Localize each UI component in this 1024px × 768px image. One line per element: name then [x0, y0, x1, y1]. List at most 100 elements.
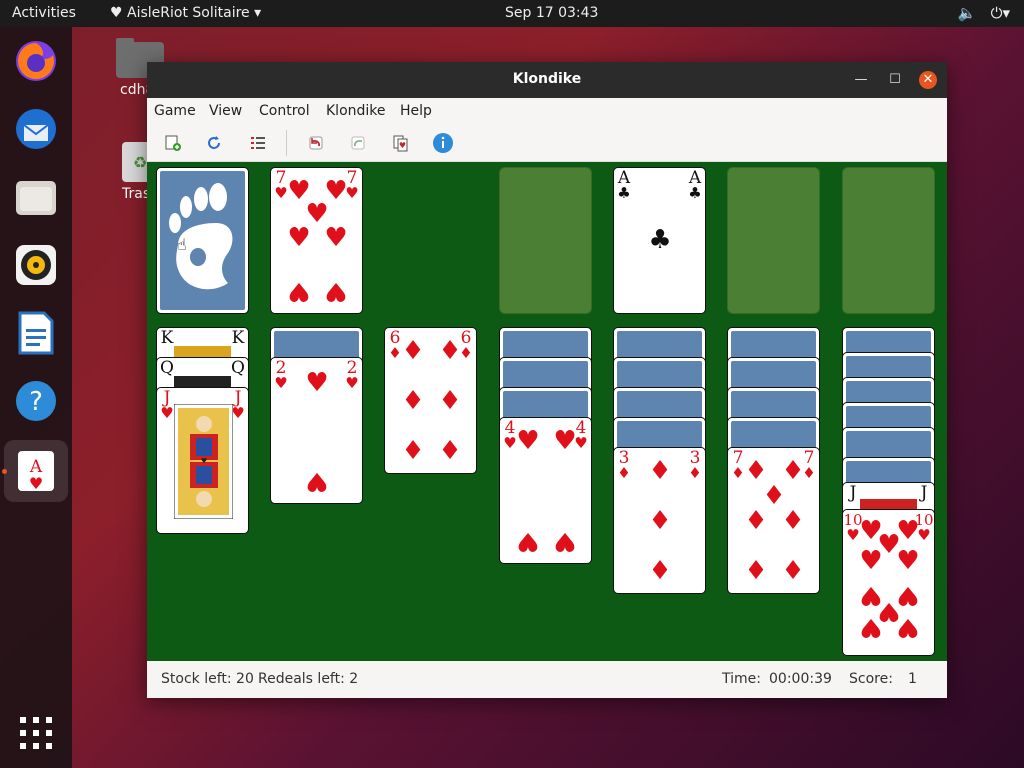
card-rank: Q — [231, 358, 245, 378]
card-rank: Q — [160, 358, 174, 378]
card-back — [160, 171, 245, 310]
toolbar: ♥ — [147, 124, 947, 162]
desktop-icon-label: Tras — [122, 186, 151, 202]
hint-icon[interactable]: ♥ — [390, 132, 412, 154]
heart-icon: ♥ — [553, 526, 577, 556]
dock: ? A ♥ — [0, 27, 72, 768]
tableau-card-4-hearts[interactable]: 4 ♥ 4 ♥ ♥ ♥ ♥ ♥ — [499, 417, 592, 564]
klondike-window: Klondike — ☐ ✕ Game View Control Klondik… — [147, 62, 947, 698]
menu-view[interactable]: View — [209, 103, 242, 119]
jack-face-art: ♥ — [174, 404, 233, 519]
club-icon: ♣ — [617, 184, 631, 202]
app-menu-label: AisleRiot Solitaire — [127, 5, 250, 21]
diamond-icon: ♦ — [438, 436, 462, 466]
tableau-card-3-diamonds[interactable]: 3 ♦ 3 ♦ ♦ ♦ ♦ — [613, 447, 706, 594]
game-table[interactable]: 7 ♥ 7 ♥ ♥ ♥ ♥ ♥ ♥ ♥ ♥ A ♣ A ♣ ♣ K K Q Q … — [147, 162, 947, 661]
close-button[interactable]: ✕ — [919, 71, 937, 89]
diamond-icon: ♦ — [781, 506, 805, 536]
tableau-card-jack[interactable]: J ♥ J ♥ ♥ — [156, 387, 249, 534]
activities-button[interactable]: Activities — [12, 5, 76, 21]
diamond-icon: ♦ — [744, 506, 768, 536]
diamond-icon: ♦ — [744, 556, 768, 586]
foundation-ace-clubs[interactable]: A ♣ A ♣ ♣ — [613, 167, 706, 314]
club-icon: ♣ — [648, 225, 672, 255]
files-icon[interactable] — [10, 171, 62, 223]
show-apps-icon[interactable] — [10, 707, 62, 759]
heart-icon: ♥ — [287, 223, 311, 253]
heart-icon: ♥ — [859, 546, 883, 576]
diamond-icon: ♦ — [438, 336, 462, 366]
svg-text:♻: ♻ — [133, 153, 147, 172]
top-bar: Activities ♥ AisleRiot Solitaire ▾ Sep 1… — [0, 0, 1024, 27]
heart-icon: ♥ — [305, 368, 329, 398]
redeals-left: Redeals left: 2 — [258, 671, 359, 687]
heart-icon: ♥ — [516, 426, 540, 456]
heart-icon: ♥ — [305, 466, 329, 496]
firefox-icon[interactable] — [10, 35, 62, 87]
heart-icon: ♥ — [274, 374, 288, 392]
diamond-icon: ♦ — [617, 464, 631, 482]
aisleriot-dock-icon[interactable]: A ♥ — [4, 440, 68, 502]
menu-help[interactable]: Help — [400, 103, 432, 119]
toolbar-separator — [286, 130, 287, 156]
diamond-icon: ♦ — [438, 386, 462, 416]
clock[interactable]: Sep 17 03:43 — [505, 5, 598, 21]
running-indicator — [2, 469, 7, 474]
card-rank: K — [231, 328, 245, 348]
foundation-slot-3[interactable] — [727, 167, 820, 314]
stock-left: Stock left: 20 — [161, 671, 254, 687]
heart-icon: ♥ — [859, 612, 883, 642]
heart-icon: ♥ — [110, 5, 123, 21]
stock-pile[interactable] — [156, 167, 249, 314]
heart-icon: ♥ — [324, 276, 348, 306]
status-bar: Stock left: 20 Redeals left: 2 Time: 00:… — [147, 661, 947, 698]
heart-icon: ♥ — [287, 276, 311, 306]
title-bar[interactable]: Klondike — ☐ ✕ — [147, 62, 947, 98]
select-game-icon[interactable] — [247, 132, 269, 154]
minimize-button[interactable]: — — [852, 71, 870, 89]
restart-icon[interactable] — [203, 132, 225, 154]
tableau-card-6-diamonds[interactable]: 6 ♦ 6 ♦ ♦ ♦ ♦ ♦ ♦ ♦ — [384, 327, 477, 474]
redo-icon[interactable] — [347, 132, 369, 154]
diamond-icon: ♦ — [648, 506, 672, 536]
window-title: Klondike — [512, 71, 582, 87]
app-menu[interactable]: ♥ AisleRiot Solitaire ▾ — [110, 5, 261, 21]
heart-icon: ♥ — [345, 374, 359, 392]
maximize-button[interactable]: ☐ — [886, 71, 904, 89]
menu-bar: Game View Control Klondike Help — [147, 98, 947, 124]
score-label: Score: — [849, 671, 893, 687]
thunderbird-icon[interactable] — [10, 103, 62, 155]
menu-klondike[interactable]: Klondike — [326, 103, 386, 119]
svg-text:♥: ♥ — [201, 457, 207, 465]
card-rank: K — [160, 328, 174, 348]
tableau-card-10-hearts[interactable]: 10 ♥ 10 ♥ ♥ ♥ ♥ ♥ ♥ ♥ ♥ ♥ ♥ ♥ — [842, 509, 935, 656]
diamond-icon: ♦ — [401, 436, 425, 466]
heart-icon: ♥ — [516, 526, 540, 556]
info-icon[interactable] — [432, 132, 454, 154]
heart-icon: ♥ — [896, 546, 920, 576]
new-game-icon[interactable] — [162, 132, 184, 154]
foundation-slot-1[interactable] — [499, 167, 592, 314]
time-label: Time: — [722, 671, 761, 687]
diamond-icon: ♦ — [688, 464, 702, 482]
menu-control[interactable]: Control — [259, 103, 310, 119]
gnome-foot-icon — [169, 183, 233, 290]
diamond-icon: ♦ — [648, 456, 672, 486]
volume-icon[interactable]: 🔈 — [958, 4, 977, 22]
heart-icon: ♥ — [896, 612, 920, 642]
menu-game[interactable]: Game — [154, 103, 196, 119]
tableau-card-7-diamonds[interactable]: 7 ♦ 7 ♦ ♦ ♦ ♦ ♦ ♦ ♦ ♦ — [727, 447, 820, 594]
help-icon[interactable]: ? — [10, 375, 62, 427]
foundation-slot-4[interactable] — [842, 167, 935, 314]
heart-icon: ♥ — [553, 426, 577, 456]
libreoffice-writer-icon[interactable] — [10, 307, 62, 359]
tableau-card-2-hearts[interactable]: 2 ♥ 2 ♥ ♥ ♥ — [270, 357, 363, 504]
power-icon[interactable]: ⏻▾ — [991, 4, 1010, 22]
system-tray[interactable]: 🔈 ⏻▾ — [958, 4, 1010, 22]
diamond-icon: ♦ — [648, 556, 672, 586]
undo-icon[interactable] — [305, 132, 327, 154]
rhythmbox-icon[interactable] — [10, 239, 62, 291]
waste-card[interactable]: 7 ♥ 7 ♥ ♥ ♥ ♥ ♥ ♥ ♥ ♥ — [270, 167, 363, 314]
svg-text:♥: ♥ — [399, 141, 406, 150]
time-value: 00:00:39 — [769, 671, 832, 687]
